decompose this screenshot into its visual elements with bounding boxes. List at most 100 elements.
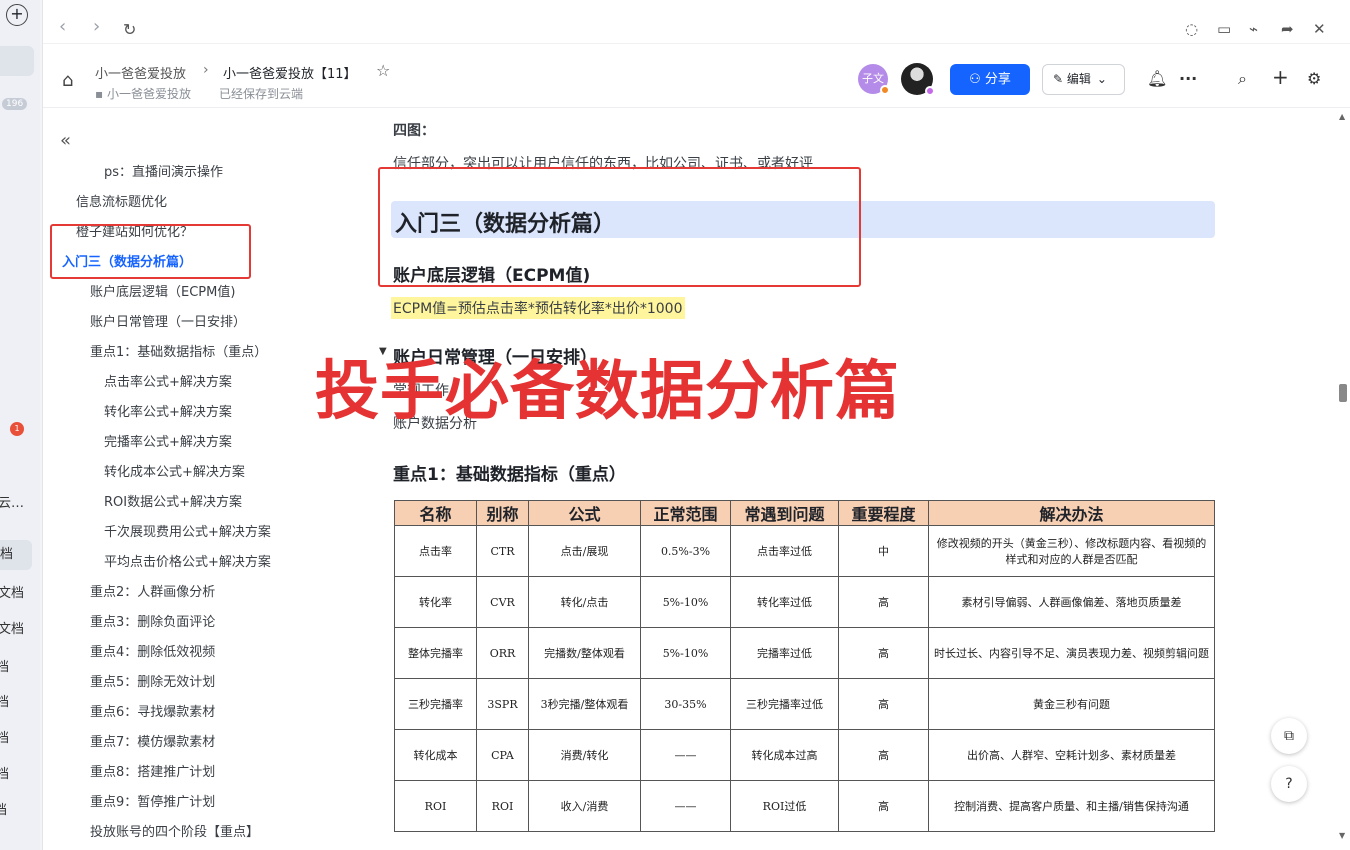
star-icon[interactable]: ☆	[376, 61, 390, 80]
highlight-box	[50, 224, 251, 279]
table-cell: ROI	[394, 780, 477, 832]
table-row: 三秒完播率 3SPR 3秒完播/整体观看 30-35% 三秒完播率过低 高 黄金…	[394, 678, 1215, 730]
rail-item-cloud[interactable]: 云…	[0, 492, 24, 511]
rail-item-doc[interactable]: 档	[0, 799, 7, 818]
toc-item[interactable]: 账户日常管理（一日安排）	[90, 311, 246, 330]
plus-icon[interactable]: +	[1272, 65, 1289, 89]
more-icon[interactable]: ···	[1179, 69, 1197, 88]
highlight-box	[378, 167, 861, 287]
toc-item[interactable]: 点击率公式+解决方案	[104, 371, 232, 390]
table-header-row: 名称 别称 公式 正常范围 常遇到问题 重要程度 解决办法	[394, 500, 1215, 526]
bell-icon[interactable]: 🔔︎	[1147, 69, 1167, 88]
toc-item[interactable]: 信息流标题优化	[76, 191, 167, 210]
search-icon[interactable]: ⌕	[1238, 69, 1247, 89]
table-cell: 5%-10%	[640, 627, 731, 679]
metrics-table: 名称 别称 公式 正常范围 常遇到问题 重要程度 解决办法 点击率 CTR 点击…	[394, 500, 1215, 832]
forward-share-icon[interactable]: ➦	[1281, 20, 1294, 38]
comment-icon[interactable]: ◌	[1185, 20, 1198, 38]
toc-item[interactable]: 重点7：模仿爆款素材	[90, 731, 215, 750]
column-header: 公式	[528, 500, 641, 526]
column-header: 常遇到问题	[730, 500, 839, 526]
back-button[interactable]: ‹	[59, 16, 66, 37]
edit-mode-button[interactable]: ✎ 编辑 ⌄	[1042, 64, 1125, 95]
share-label: 分享	[984, 72, 1011, 87]
toc-item[interactable]: 重点3：删除负面评论	[90, 611, 215, 630]
toc-item[interactable]: 重点2：人群画像分析	[90, 581, 215, 600]
status-dot	[880, 85, 890, 95]
column-header: 正常范围	[640, 500, 731, 526]
table-cell: 整体完播率	[394, 627, 477, 679]
table-cell: 完播数/整体观看	[528, 627, 641, 679]
toc-item[interactable]: 重点5：删除无效计划	[90, 671, 215, 690]
table-cell: 控制消费、提高客户质量、和主播/销售保持沟通	[928, 780, 1215, 832]
table-cell: 点击/展现	[528, 525, 641, 577]
toc-item[interactable]: 重点8：搭建推广计划	[90, 761, 215, 780]
collapse-toc-icon[interactable]: «	[60, 130, 71, 151]
refresh-button[interactable]: ↻	[123, 20, 136, 39]
toc-item[interactable]: 重点9：暂停推广计划	[90, 791, 215, 810]
scroll-down-icon[interactable]: ▼	[1339, 831, 1345, 840]
home-icon[interactable]: ⌂	[62, 70, 73, 91]
rail-item-doc-active[interactable]: 档	[0, 540, 32, 570]
window-icon[interactable]: ▭	[1217, 20, 1231, 38]
help-icon[interactable]: ?	[1271, 766, 1307, 802]
table-cell: 高	[838, 678, 929, 730]
toc-item[interactable]: 投放账号的四个阶段【重点】	[90, 821, 259, 840]
table-cell: 完播率过低	[730, 627, 839, 679]
section-label: 四图：	[393, 123, 435, 139]
table-cell: 转化率	[394, 576, 477, 628]
rail-item-doc[interactable]: 档	[0, 727, 9, 746]
table-row: ROI ROI 收入/消费 —— ROI过低 高 控制消费、提高客户质量、和主播…	[394, 780, 1215, 832]
table-cell: 高	[838, 576, 929, 628]
table-row: 转化成本 CPA 消费/转化 —— 转化成本过高 高 出价高、人群窄、空耗计划多…	[394, 729, 1215, 781]
rail-item-doc[interactable]: 文档	[0, 618, 24, 637]
breadcrumb-parent[interactable]: 小一爸爸爱投放	[95, 63, 186, 82]
close-icon[interactable]: ✕	[1313, 20, 1326, 38]
column-header: 名称	[394, 500, 477, 526]
breadcrumb-current[interactable]: 小一爸爸爱投放【11】	[223, 63, 357, 82]
link-icon[interactable]: ⌁	[1249, 20, 1258, 38]
share-button[interactable]: ⚇ 分享	[950, 64, 1030, 95]
avatar[interactable]	[901, 63, 935, 96]
avatar[interactable]: 子文	[858, 64, 890, 95]
toc-item[interactable]: 重点1：基础数据指标（重点）	[90, 341, 267, 360]
table-row: 整体完播率 ORR 完播数/整体观看 5%-10% 完播率过低 高 时长过长、内…	[394, 627, 1215, 679]
toc-item[interactable]: ROI数据公式+解决方案	[104, 491, 242, 510]
add-icon[interactable]: +	[6, 4, 28, 26]
toc-item[interactable]: 千次展现费用公式+解决方案	[104, 521, 271, 540]
table-cell: 修改视频的开头（黄金三秒）、修改标题内容、看视频的样式和对应的人群是否匹配	[928, 525, 1215, 577]
table-cell: 黄金三秒有问题	[928, 678, 1215, 730]
toc-item[interactable]: 账户底层逻辑（ECPM值)	[90, 281, 235, 300]
toc-item[interactable]: 转化率公式+解决方案	[104, 401, 232, 420]
toc-item[interactable]: 重点4：删除低效视频	[90, 641, 215, 660]
folder-path[interactable]: ▪ 小一爸爸爱投放	[95, 85, 191, 102]
toc-item[interactable]: ps：直播间演示操作	[104, 161, 223, 180]
rail-item-doc[interactable]: 文档	[0, 582, 24, 601]
toc-item[interactable]: 完播率公式+解决方案	[104, 431, 232, 450]
copy-icon[interactable]: ⧉	[1271, 718, 1307, 754]
toc-item[interactable]: 平均点击价格公式+解决方案	[104, 551, 271, 570]
scroll-up-icon[interactable]: ▲	[1339, 112, 1345, 121]
table-cell: 素材引导偏弱、人群画像偏差、落地页质量差	[928, 576, 1215, 628]
table-cell: 3SPR	[476, 678, 529, 730]
sidebar-selected-item[interactable]	[0, 46, 34, 76]
rail-item-doc[interactable]: 档	[0, 763, 9, 782]
gear-icon[interactable]: ⚙	[1307, 69, 1321, 88]
rail-item-doc[interactable]: 档	[0, 691, 9, 710]
table-cell: 5%-10%	[640, 576, 731, 628]
rail-item-doc[interactable]: 档	[0, 656, 9, 675]
table-row: 点击率 CTR 点击/展现 0.5%-3% 点击率过低 中 修改视频的开头（黄金…	[394, 525, 1215, 577]
table-cell: 高	[838, 627, 929, 679]
scroll-thumb[interactable]	[1339, 384, 1347, 402]
table-cell: 收入/消费	[528, 780, 641, 832]
toc-item[interactable]: 转化成本公式+解决方案	[104, 461, 245, 480]
toc-item[interactable]: 重点6：寻找爆款素材	[90, 701, 215, 720]
table-cell: 转化成本过高	[730, 729, 839, 781]
table-cell: 转化/点击	[528, 576, 641, 628]
table-cell: 三秒完播率	[394, 678, 477, 730]
table-cell: ROI	[476, 780, 529, 832]
vertical-scrollbar[interactable]: ▲ ▼	[1336, 110, 1350, 840]
overlay-caption: 投手必备数据分析篇	[315, 355, 900, 429]
forward-button[interactable]: ›	[93, 16, 100, 37]
edit-label: 编辑	[1066, 72, 1091, 86]
